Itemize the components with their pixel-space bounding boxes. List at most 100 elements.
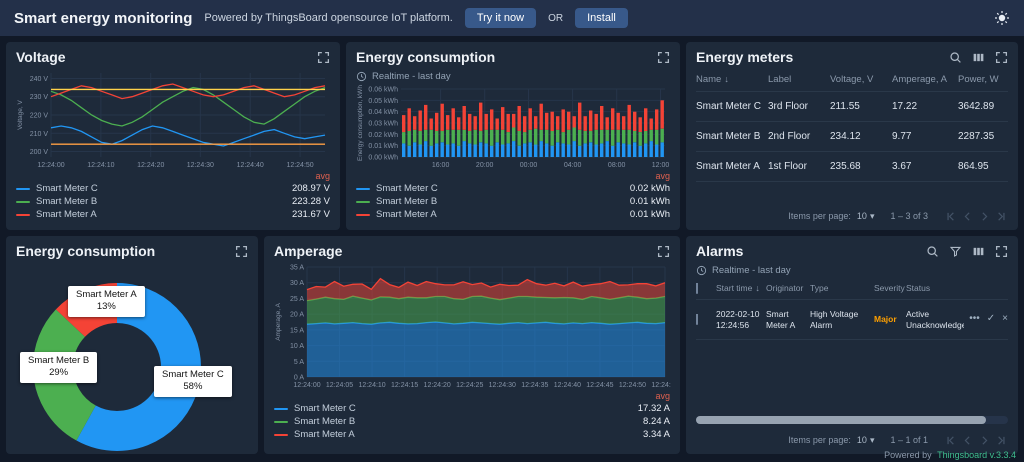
series-marker-icon [16, 188, 30, 190]
svg-text:25 A: 25 A [290, 296, 304, 303]
theme-toggle-icon[interactable] [994, 10, 1010, 26]
fullscreen-icon[interactable] [657, 245, 670, 258]
table-cell: Smart Meter A [696, 161, 768, 172]
svg-text:00:00: 00:00 [520, 162, 538, 169]
previous-page-icon[interactable] [961, 434, 974, 447]
search-icon[interactable] [949, 51, 962, 64]
series-name[interactable]: Smart Meter A [36, 209, 97, 220]
energy-consumption-bar-chart: 16:0020:0000:0004:0008:0012:000.00 kWh0.… [355, 84, 671, 170]
previous-page-icon[interactable] [961, 210, 974, 223]
series-marker-icon [274, 434, 288, 436]
svg-text:08:00: 08:00 [608, 162, 626, 169]
donut-label-name: Smart Meter C [162, 369, 224, 381]
items-per-page-select[interactable]: 10 ▾ [857, 435, 875, 446]
widget-title: Alarms [696, 243, 916, 259]
legend-row: Smart Meter A0.01 kWh [356, 208, 670, 221]
timewindow-button[interactable]: Realtime - last day [686, 262, 1018, 278]
footer-brand-link[interactable]: Thingsboard v.3.3.4 [937, 450, 1016, 460]
series-name[interactable]: Smart Meter A [294, 429, 355, 440]
column-header[interactable]: Label [768, 74, 830, 85]
svg-text:12:24:25: 12:24:25 [456, 382, 483, 389]
series-name[interactable]: Smart Meter B [36, 196, 97, 207]
svg-text:12:24:35: 12:24:35 [521, 382, 548, 389]
fullscreen-icon[interactable] [657, 51, 670, 64]
column-header[interactable]: Status [906, 283, 964, 294]
table-row[interactable]: Smart Meter A1st Floor235.683.67864.95 [696, 152, 1008, 182]
alarm-cell: Major [874, 314, 906, 325]
fullscreen-icon[interactable] [317, 51, 330, 64]
svg-text:Voltage, V: Voltage, V [17, 100, 24, 130]
fullscreen-icon[interactable] [235, 245, 248, 258]
fullscreen-icon[interactable] [995, 245, 1008, 258]
series-name[interactable]: Smart Meter C [376, 183, 438, 194]
svg-text:12:24:15: 12:24:15 [391, 382, 418, 389]
items-per-page-select[interactable]: 10 ▾ [857, 211, 875, 222]
next-page-icon[interactable] [978, 210, 991, 223]
scrollbar-thumb[interactable] [696, 416, 986, 424]
svg-text:10 A: 10 A [290, 343, 304, 350]
series-avg-value: 0.02 kWh [630, 183, 670, 194]
svg-text:200 V: 200 V [30, 149, 49, 156]
svg-text:12:24:55: 12:24:55 [651, 382, 671, 389]
table-cell: 211.55 [830, 101, 892, 112]
column-header[interactable]: Amperage, A [892, 74, 958, 85]
first-page-icon[interactable] [944, 210, 957, 223]
last-page-icon[interactable] [995, 210, 1008, 223]
legend-row: Smart Meter A 231.67 V [16, 208, 330, 221]
alarm-row[interactable]: 2022-02-10 12:24:56Smart Meter AHigh Vol… [696, 300, 1008, 340]
table-cell: 864.95 [958, 161, 1008, 172]
try-it-now-button[interactable]: Try it now [465, 8, 536, 28]
columns-icon[interactable] [972, 51, 985, 64]
alarm-actions-menu-icon[interactable]: ••• [969, 313, 980, 326]
dropdown-caret-icon: ▾ [870, 211, 875, 222]
svg-text:12:24:40: 12:24:40 [237, 162, 264, 169]
column-header[interactable]: Originator [766, 283, 810, 294]
alarm-clear-icon[interactable]: × [1002, 313, 1008, 326]
column-header[interactable]: Start time↓ [716, 283, 766, 294]
svg-text:0.06 kWh: 0.06 kWh [368, 87, 398, 94]
horizontal-scrollbar[interactable] [696, 416, 1008, 424]
legend-row: Smart Meter C208.97 V [16, 182, 330, 195]
svg-text:12:24:50: 12:24:50 [619, 382, 646, 389]
svg-text:Energy consumption, kWh: Energy consumption, kWh [357, 85, 364, 161]
last-page-icon[interactable] [995, 434, 1008, 447]
legend-row: Smart Meter B223.28 V [16, 195, 330, 208]
fullscreen-icon[interactable] [995, 51, 1008, 64]
search-icon[interactable] [926, 245, 939, 258]
dashboard-title: Smart energy monitoring [14, 10, 192, 27]
row-checkbox[interactable] [696, 314, 698, 325]
series-avg-value: 8.24 A [643, 416, 670, 427]
svg-text:0.01 kWh: 0.01 kWh [368, 143, 398, 150]
svg-text:220 V: 220 V [30, 113, 49, 120]
column-header[interactable]: Severity [874, 283, 906, 294]
timewindow-button[interactable]: Realtime - last day [346, 68, 680, 84]
next-page-icon[interactable] [978, 434, 991, 447]
series-name[interactable]: Smart Meter C [294, 403, 356, 414]
select-all-checkbox[interactable] [696, 283, 698, 294]
series-avg-value: 0.01 kWh [630, 196, 670, 207]
install-button[interactable]: Install [575, 8, 628, 28]
table-cell: 2nd Floor [768, 131, 830, 142]
series-name[interactable]: Smart Meter B [294, 416, 355, 427]
filter-icon[interactable] [949, 245, 962, 258]
series-name[interactable]: Smart Meter B [376, 196, 437, 207]
column-header[interactable]: Type [810, 283, 874, 294]
table-cell: 2287.35 [958, 131, 1008, 142]
series-avg-value: 231.67 V [292, 209, 330, 220]
alarm-acknowledge-icon[interactable]: ✓ [987, 313, 995, 326]
series-name[interactable]: Smart Meter A [376, 209, 437, 220]
svg-text:12:24:10: 12:24:10 [358, 382, 385, 389]
amperage-legend: avgSmart Meter C17.32 ASmart Meter B8.24… [264, 390, 680, 441]
series-name[interactable]: Smart Meter C [36, 183, 98, 194]
items-per-page-value: 10 [857, 211, 867, 221]
column-header[interactable]: Voltage, V [830, 74, 892, 85]
column-header[interactable]: Name↓ [696, 74, 768, 85]
svg-text:0.05 kWh: 0.05 kWh [368, 98, 398, 105]
table-row[interactable]: Smart Meter C3rd Floor211.5517.223642.89 [696, 92, 1008, 122]
column-header[interactable]: Power, W [958, 74, 1008, 85]
widget-voltage: Voltage 12:24:0012:24:1012:24:2012:24:30… [6, 42, 340, 230]
first-page-icon[interactable] [944, 434, 957, 447]
widget-energy-consumption-bars: Energy consumption Realtime - last day 1… [346, 42, 680, 230]
table-row[interactable]: Smart Meter B2nd Floor234.129.772287.35 [696, 122, 1008, 152]
columns-icon[interactable] [972, 245, 985, 258]
